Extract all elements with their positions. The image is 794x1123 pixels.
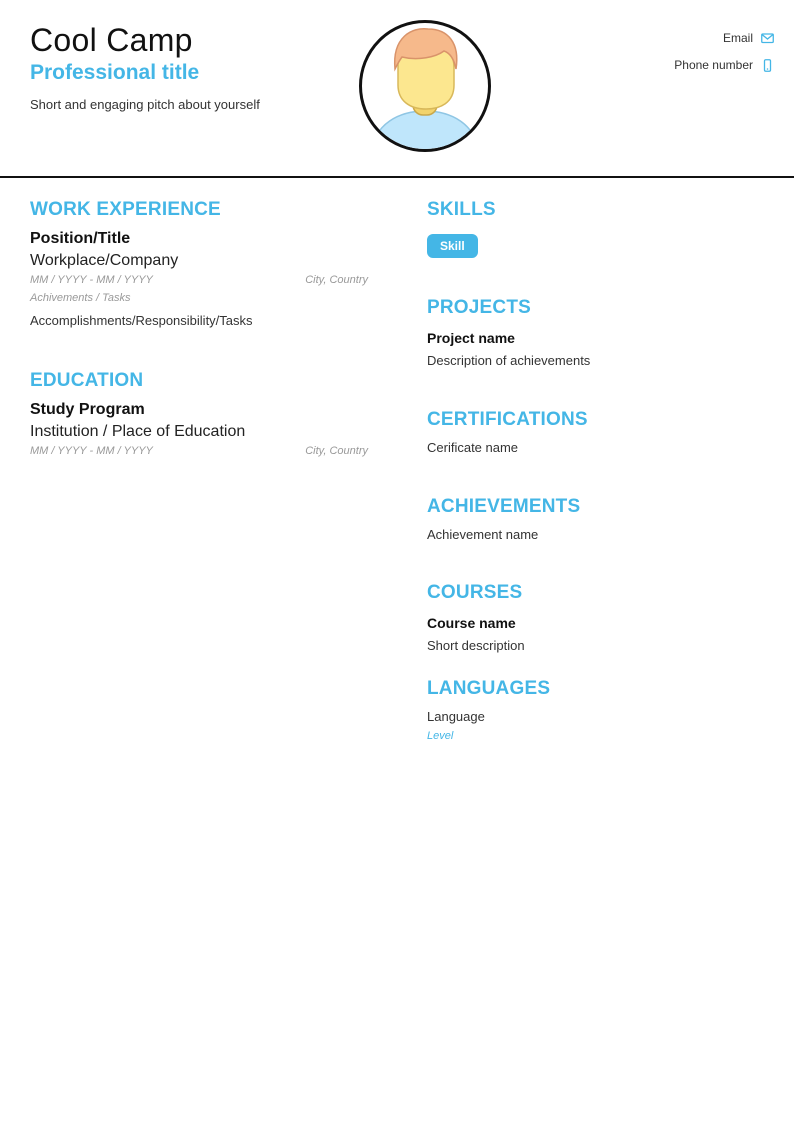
education-heading: EDUCATION: [30, 370, 144, 391]
resume-header: Cool Camp Professional title Short and e…: [0, 0, 794, 178]
skills-heading: SKILLS: [427, 199, 496, 220]
course-name: Course name: [427, 615, 516, 631]
project-name: Project name: [427, 330, 515, 346]
achievements-heading: ACHIEVEMENTS: [427, 496, 581, 517]
phone-label: Phone number: [674, 58, 753, 72]
projects-heading: PROJECTS: [427, 297, 532, 318]
person-name: Cool Camp: [30, 22, 193, 58]
languages-heading: LANGUAGES: [427, 678, 551, 699]
work-experience-heading: WORK EXPERIENCE: [30, 199, 221, 220]
achievement-name: Achievement name: [427, 527, 539, 542]
email-label: Email: [722, 31, 753, 45]
mobile-phone-icon: [761, 58, 774, 72]
contact-phone[interactable]: Phone number: [674, 58, 774, 72]
work-achievements: Accomplishments/Responsibility/Tasks: [30, 313, 253, 328]
skills-list: Skill: [427, 234, 478, 258]
courses-heading: COURSES: [427, 582, 523, 603]
certifications-heading: CERTIFICATIONS: [427, 409, 588, 430]
certificate-name: Cerificate name: [427, 440, 519, 455]
education-institution: Institution / Place of Education: [30, 423, 246, 440]
education-meta-row: MM / YYYY - MM / YYYY City, Country: [30, 445, 368, 457]
person-avatar-icon: [359, 20, 491, 152]
work-location: City, Country: [305, 274, 368, 286]
work-position: Position/Title: [30, 230, 131, 247]
professional-title: Professional title: [30, 61, 200, 84]
course-description: Short description: [427, 638, 525, 653]
work-meta-row: MM / YYYY - MM / YYYY City, Country: [30, 274, 368, 286]
project-description: Description of achievements: [427, 353, 591, 368]
work-achievements-label: Achivements / Tasks: [30, 292, 131, 304]
education-location: City, Country: [305, 445, 368, 457]
education-dates: MM / YYYY - MM / YYYY: [30, 445, 153, 457]
work-company: Workplace/Company: [30, 252, 179, 269]
education-program: Study Program: [30, 401, 145, 418]
skill-tag: Skill: [427, 234, 478, 258]
personal-pitch: Short and engaging pitch about yourself: [30, 97, 260, 112]
work-dates: MM / YYYY - MM / YYYY: [30, 274, 153, 286]
language-level: Level: [427, 730, 454, 742]
contact-email[interactable]: Email: [723, 31, 774, 45]
envelope-icon: [761, 32, 774, 44]
language-name: Language: [427, 709, 485, 724]
